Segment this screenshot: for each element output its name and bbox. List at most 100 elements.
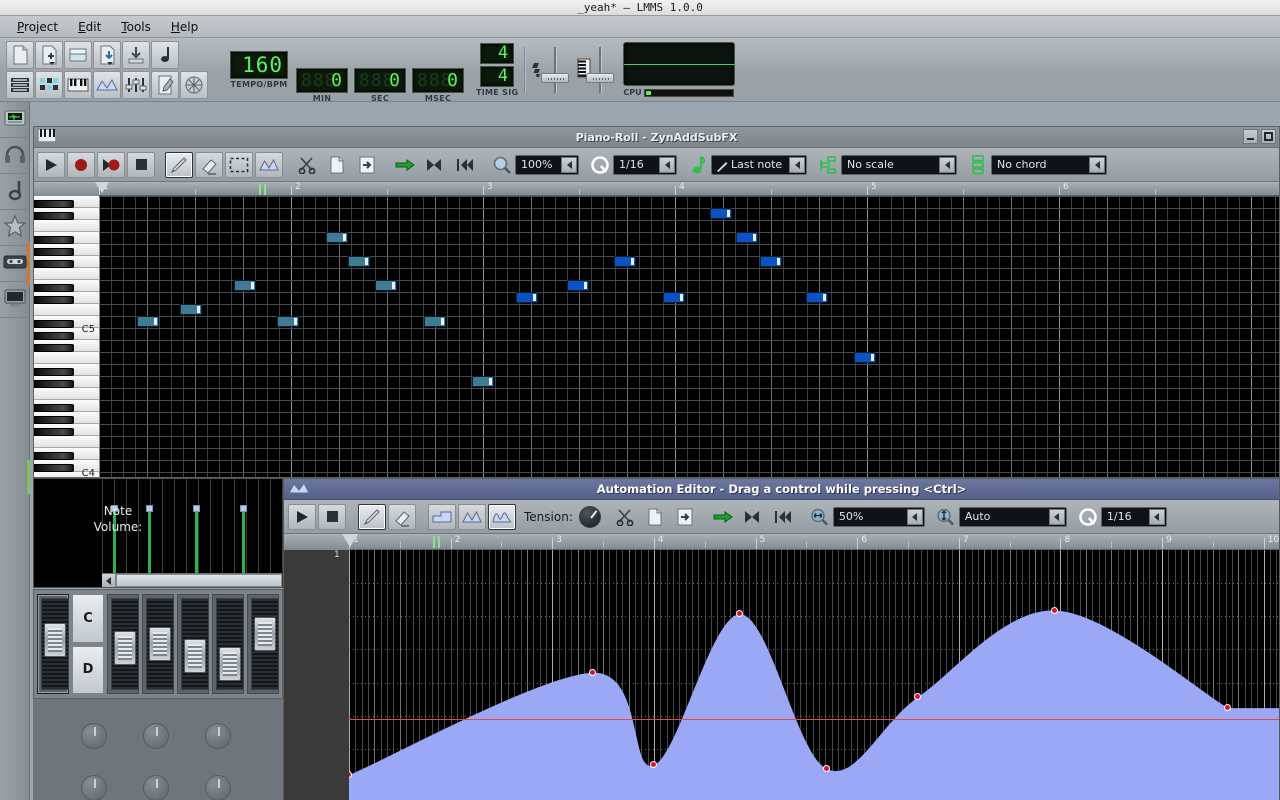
piano-roll-play-from-position-button[interactable]	[391, 152, 419, 178]
piano-roll-note[interactable]	[234, 280, 256, 291]
piano-roll-select-mode-button[interactable]	[225, 152, 253, 178]
piano-roll-ruler[interactable]: 123456	[99, 182, 1279, 196]
beat-bassline-button[interactable]	[35, 71, 63, 99]
scroll-left-icon[interactable]	[102, 574, 116, 587]
piano-roll-copy-button[interactable]	[323, 152, 351, 178]
piano-roll-note[interactable]	[375, 280, 397, 291]
piano-keyboard[interactable]: C5C4	[34, 196, 99, 477]
piano-roll-note[interactable]	[472, 376, 494, 387]
piano-roll-note[interactable]	[326, 232, 348, 243]
piano-roll-note[interactable]	[180, 304, 202, 315]
piano-white-key[interactable]	[34, 268, 99, 280]
chevron-left-icon[interactable]	[659, 157, 675, 173]
automation-control-point[interactable]	[589, 669, 596, 676]
sidebar-item-instrument-plugins[interactable]	[0, 102, 30, 138]
open-project-button[interactable]	[35, 41, 63, 69]
sidebar-item-my-favorites[interactable]	[0, 210, 30, 246]
sidebar-item-my-projects[interactable]	[0, 246, 30, 282]
knob-attack[interactable]	[81, 775, 107, 800]
piano-black-key[interactable]	[34, 344, 74, 352]
piano-roll-cut-button[interactable]	[293, 152, 321, 178]
piano-roll-minimize-button[interactable]	[1243, 129, 1258, 144]
piano-roll-erase-mode-button[interactable]	[195, 152, 223, 178]
piano-roll-note[interactable]	[614, 256, 636, 267]
piano-black-key[interactable]	[34, 368, 74, 376]
note-volume-bar[interactable]	[242, 511, 245, 573]
time-msec-display[interactable]: 888 0 MSEC	[412, 68, 464, 103]
new-project-button[interactable]	[6, 41, 34, 69]
piano-roll-button[interactable]	[64, 71, 92, 99]
knob-panning[interactable]	[143, 723, 169, 749]
piano-roll-note[interactable]	[424, 316, 446, 327]
fx-mixer-button[interactable]	[122, 71, 150, 99]
piano-roll-note[interactable]	[348, 256, 370, 267]
piano-black-key[interactable]	[34, 212, 74, 220]
chevron-left-icon[interactable]	[1049, 509, 1065, 525]
save-project-button[interactable]	[64, 41, 92, 69]
piano-black-key[interactable]	[34, 284, 74, 292]
piano-roll-draw-mode-button[interactable]	[165, 152, 193, 178]
knob-release[interactable]	[205, 775, 231, 800]
piano-black-key[interactable]	[34, 320, 74, 328]
piano-white-key[interactable]	[34, 352, 99, 364]
time-sec-display[interactable]: 888 0 SEC	[354, 68, 406, 103]
automation-jump-end-button[interactable]	[739, 504, 767, 530]
mixer-button-c[interactable]: C	[72, 594, 104, 643]
piano-roll-note[interactable]	[137, 316, 159, 327]
piano-roll-record-button[interactable]	[67, 152, 95, 178]
sidebar-item-my-samples[interactable]	[0, 138, 30, 174]
automation-editor-titlebar[interactable]: Automation Editor - Drag a control while…	[284, 479, 1279, 500]
visualization-scope[interactable]	[623, 42, 735, 86]
piano-roll-scale-combo[interactable]: No scale	[841, 155, 957, 175]
piano-black-key[interactable]	[34, 416, 74, 424]
automation-zoom-y-combo[interactable]: Auto	[959, 507, 1067, 527]
automation-paste-button[interactable]	[671, 504, 699, 530]
automation-linear-progression-button[interactable]	[458, 504, 486, 530]
piano-black-key[interactable]	[34, 452, 74, 460]
chevron-left-icon[interactable]	[1089, 157, 1105, 173]
automation-draw-mode-button[interactable]	[358, 504, 386, 530]
piano-roll-chord-combo[interactable]: No chord	[991, 155, 1107, 175]
knob-pitch[interactable]	[205, 723, 231, 749]
automation-ruler[interactable]: 12345678910	[349, 534, 1279, 550]
automation-quantization-combo[interactable]: 1/16	[1101, 507, 1167, 527]
fader-2[interactable]	[142, 594, 174, 694]
fader-master[interactable]	[37, 594, 69, 694]
master-pitch-slider[interactable]	[595, 47, 605, 93]
automation-loop-marker[interactable]	[433, 536, 440, 548]
project-notes-button[interactable]	[151, 71, 179, 99]
song-editor-button[interactable]	[6, 71, 34, 99]
automation-play-from-position-button[interactable]	[709, 504, 737, 530]
save-as-button[interactable]	[93, 41, 121, 69]
time-min-display[interactable]: 888 0 MIN	[296, 68, 348, 103]
piano-black-key[interactable]	[34, 248, 74, 256]
fader-5[interactable]	[247, 594, 279, 694]
automation-control-point[interactable]	[1051, 607, 1058, 614]
automation-copy-button[interactable]	[641, 504, 669, 530]
menu-help[interactable]: Help	[162, 17, 207, 37]
piano-roll-zoom-combo[interactable]: 100%	[515, 155, 579, 175]
piano-black-key[interactable]	[34, 404, 74, 412]
piano-roll-jump-end-button[interactable]	[421, 152, 449, 178]
piano-roll-note-length-combo[interactable]: Last note	[711, 155, 807, 175]
mixer-button-d[interactable]: D	[72, 646, 104, 695]
piano-roll-note[interactable]	[760, 256, 782, 267]
midi-export-button[interactable]	[151, 41, 179, 69]
piano-roll-note-grid[interactable]	[99, 196, 1279, 477]
knob-volume[interactable]	[81, 723, 107, 749]
chevron-left-icon[interactable]	[561, 157, 577, 173]
master-volume-slider[interactable]	[550, 47, 560, 93]
loop-marker[interactable]	[259, 184, 266, 195]
automation-zoom-x-combo[interactable]: 50%	[833, 507, 925, 527]
piano-roll-record-accompany-button[interactable]	[97, 152, 125, 178]
export-button[interactable]	[122, 41, 150, 69]
piano-white-key[interactable]	[34, 388, 99, 400]
chevron-left-icon[interactable]	[1149, 509, 1165, 525]
piano-roll-paste-button[interactable]	[353, 152, 381, 178]
piano-white-key[interactable]	[34, 304, 99, 316]
automation-stop-button[interactable]	[318, 504, 346, 530]
automation-erase-mode-button[interactable]	[388, 504, 416, 530]
piano-black-key[interactable]	[34, 380, 74, 388]
piano-roll-note[interactable]	[516, 292, 538, 303]
piano-roll-jump-start-button[interactable]	[451, 152, 479, 178]
